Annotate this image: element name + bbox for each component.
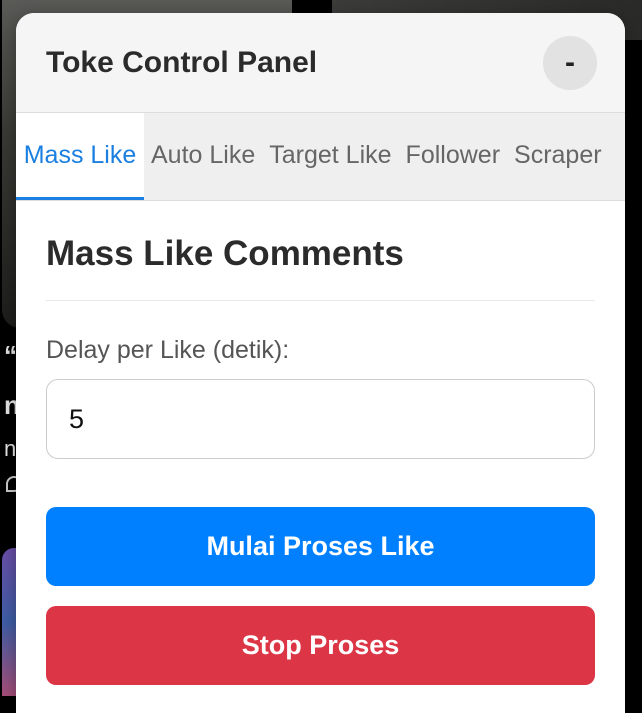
tab-follower[interactable]: Follower — [399, 113, 507, 200]
background-text: n — [4, 436, 17, 461]
tab-mass-like[interactable]: Mass Like — [16, 113, 144, 200]
tab-scraper[interactable]: Scraper — [507, 113, 609, 200]
section-title: Mass Like Comments — [46, 201, 595, 301]
minimize-button[interactable]: - — [543, 35, 597, 90]
tab-target-like[interactable]: Target Like — [262, 113, 398, 200]
delay-label: Delay per Like (detik): — [46, 336, 290, 364]
tab-content: Mass Like Comments Delay per Like (detik… — [16, 201, 625, 685]
delay-input[interactable] — [46, 379, 595, 459]
start-like-button[interactable]: Mulai Proses Like — [46, 507, 595, 586]
stop-button[interactable]: Stop Proses — [46, 606, 595, 685]
tab-auto-like[interactable]: Auto Like — [144, 113, 262, 200]
panel-title: Toke Control Panel — [46, 45, 318, 79]
panel-header: Toke Control Panel - — [16, 13, 625, 113]
tab-bar: Mass Like Auto Like Target Like Follower… — [16, 113, 625, 201]
control-panel: Toke Control Panel - Mass Like Auto Like… — [16, 13, 625, 713]
